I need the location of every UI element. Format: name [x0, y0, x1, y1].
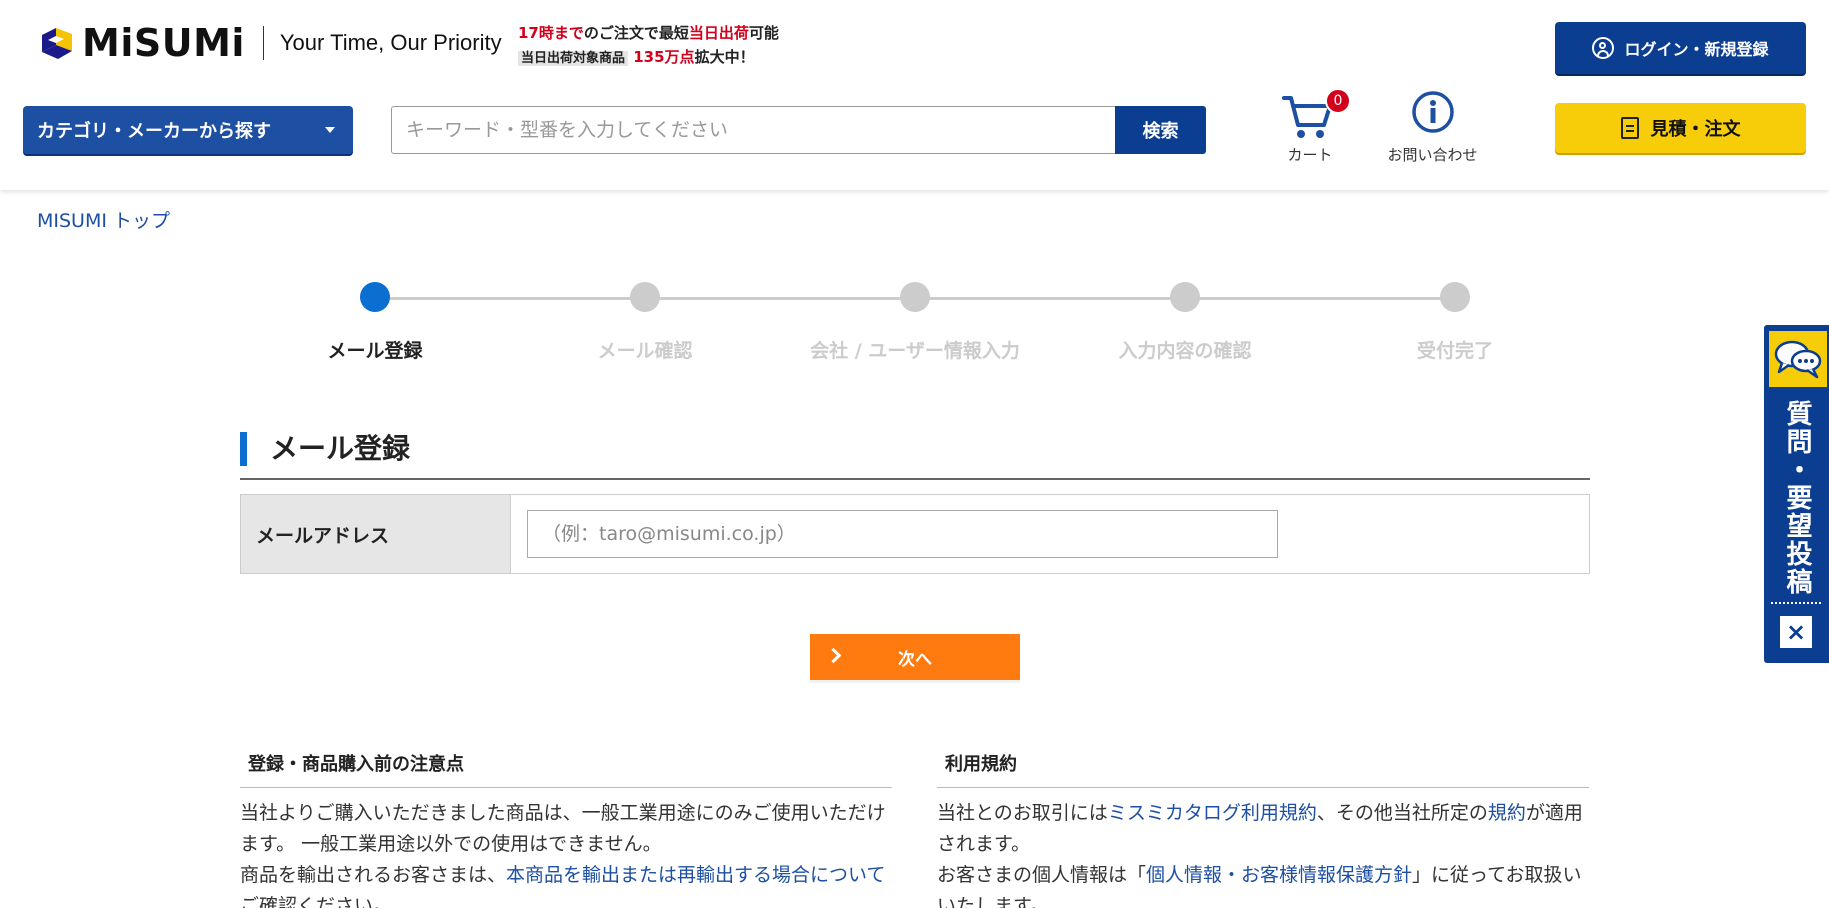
chevron-right-icon: [825, 647, 842, 664]
step-label: 受付完了: [1416, 340, 1493, 362]
quote-order-button[interactable]: 見積・注文: [1555, 103, 1806, 153]
step-label: メール登録: [327, 340, 423, 362]
step-label: 会社 / ユーザー情報入力: [810, 340, 1020, 362]
step-mail-confirm: メール確認: [525, 282, 765, 363]
caret-down-icon: [325, 127, 335, 133]
misumi-logo[interactable]: MiSUMi Your Time, Our Priority: [38, 22, 502, 64]
heading-accent-bar: [240, 432, 247, 466]
document-icon: [1620, 117, 1639, 139]
promo-text: 可能: [748, 24, 779, 42]
notes-text: 商品を輸出されるお客さまは、: [240, 864, 507, 886]
info-icon: [1412, 91, 1454, 133]
step-dot: [630, 282, 660, 312]
catalog-terms-link[interactable]: ミスミカタログ利用規約: [1108, 802, 1317, 824]
terms-heading: 利用規約: [937, 745, 1589, 788]
email-form-table: メールアドレス: [240, 494, 1590, 574]
chat-bubbles-icon: [1769, 331, 1827, 387]
step-dot: [360, 282, 390, 312]
email-field-label: メールアドレス: [241, 495, 511, 573]
notes-text: ご確認ください。: [240, 895, 393, 908]
step-dot: [1170, 282, 1200, 312]
notes-paragraph-1: 当社よりご購入いただきました商品は、一般工業用途にのみご使用いただけます。 一般…: [240, 802, 886, 855]
search-bar: 検索: [391, 106, 1206, 154]
terms-paragraph-2: お客さまの個人情報は「個人情報・お客様情報保護方針」に従ってお取扱いいたします。: [937, 860, 1589, 908]
category-maker-dropdown[interactable]: カテゴリ・メーカーから探す: [23, 106, 353, 154]
step-label: 入力内容の確認: [1118, 340, 1252, 362]
privacy-policy-link[interactable]: 個人情報・お客様情報保護方針: [1146, 864, 1412, 886]
search-button[interactable]: 検索: [1115, 106, 1206, 154]
site-header: MiSUMi Your Time, Our Priority 17時までのご注文…: [0, 0, 1829, 190]
section-heading: メール登録: [240, 430, 1590, 480]
breadcrumb: MISUMI トップ: [37, 206, 170, 233]
promo-target-items: 当日出荷対象商品: [518, 51, 629, 66]
promo-cutoff-time: 17時まで: [518, 24, 584, 42]
terms-text: お客さまの個人情報は「: [937, 864, 1147, 886]
step-label: メール確認: [597, 340, 693, 362]
notes-body: 当社よりご購入いただきました商品は、一般工業用途にのみご使用いただけます。 一般…: [240, 798, 892, 908]
notes-paragraph-2: 商品を輸出されるお客さまは、本商品を輸出または再輸出する場合についてご確認くださ…: [240, 860, 892, 908]
step-company-user-info: 会社 / ユーザー情報入力: [795, 282, 1035, 363]
cart-label: カート: [1287, 146, 1333, 164]
notes-heading: 登録・商品購入前の注意点: [240, 745, 892, 788]
keyword-search-input[interactable]: [391, 106, 1116, 154]
step-dot: [1440, 282, 1470, 312]
step-review-input: 入力内容の確認: [1065, 282, 1305, 363]
quote-order-label: 見積・注文: [1650, 119, 1741, 140]
page-title: メール登録: [270, 432, 411, 465]
feedback-side-tab[interactable]: 質問・要望投稿 ×: [1764, 325, 1829, 663]
step-complete: 受付完了: [1335, 282, 1575, 363]
pre-purchase-notes: 登録・商品購入前の注意点 当社よりご購入いただきました商品は、一般工業用途にのみ…: [240, 745, 892, 908]
contact-button[interactable]: お問い合わせ: [1375, 88, 1490, 168]
email-field[interactable]: [527, 510, 1278, 558]
cart-button[interactable]: 0 カート: [1270, 88, 1351, 168]
category-dropdown-label: カテゴリ・メーカーから探す: [37, 121, 271, 142]
promo-text: のご注文で最短: [583, 24, 689, 42]
same-day-shipping-promo[interactable]: 17時までのご注文で最短当日出荷可能 当日出荷対象商品 135万点拡大中！: [518, 21, 779, 71]
contact-label: お問い合わせ: [1387, 146, 1478, 164]
terms-text: 当社とのお取引には: [937, 802, 1108, 824]
terms-link[interactable]: 規約: [1488, 802, 1526, 824]
logo-cube-icon: [38, 23, 76, 63]
terms-of-use: 利用規約 当社とのお取引にはミスミカタログ利用規約、その他当社所定の規約が適用さ…: [937, 745, 1589, 908]
promo-item-count: 135万点: [633, 48, 695, 66]
login-register-label: ログイン・新規登録: [1624, 40, 1769, 59]
terms-text: 、その他当社所定の: [1316, 802, 1488, 824]
breadcrumb-top-link[interactable]: MISUMI トップ: [37, 210, 170, 232]
tagline: Your Time, Our Priority: [279, 30, 502, 55]
registration-progress-steps: メール登録 メール確認 会社 / ユーザー情報入力 入力内容の確認 受付完了: [300, 282, 1493, 363]
promo-text: 拡大中！: [694, 48, 755, 66]
logo-text: MiSUMi: [82, 21, 245, 65]
terms-body: 当社とのお取引にはミスミカタログ利用規約、その他当社所定の規約が適用されます。 …: [937, 798, 1589, 908]
next-button[interactable]: 次へ: [810, 634, 1020, 680]
promo-line-2: 当日出荷対象商品 135万点拡大中！: [518, 45, 779, 71]
user-icon: [1592, 37, 1615, 59]
feedback-label: 質問・要望投稿: [1782, 400, 1812, 596]
export-info-link[interactable]: 本商品を輸出または再輸出する場合について: [506, 864, 885, 886]
logo-divider: [262, 26, 264, 60]
step-mail-registration: メール登録: [255, 282, 495, 363]
login-register-button[interactable]: ログイン・新規登録: [1555, 22, 1806, 74]
promo-line-1: 17時までのご注文で最短当日出荷可能: [518, 21, 779, 45]
close-icon[interactable]: ×: [1780, 616, 1812, 648]
promo-same-day: 当日出荷: [688, 24, 749, 42]
step-dot: [900, 282, 930, 312]
next-button-label: 次へ: [898, 649, 932, 670]
cart-count-badge: 0: [1325, 88, 1351, 114]
side-tab-divider: [1771, 602, 1821, 604]
